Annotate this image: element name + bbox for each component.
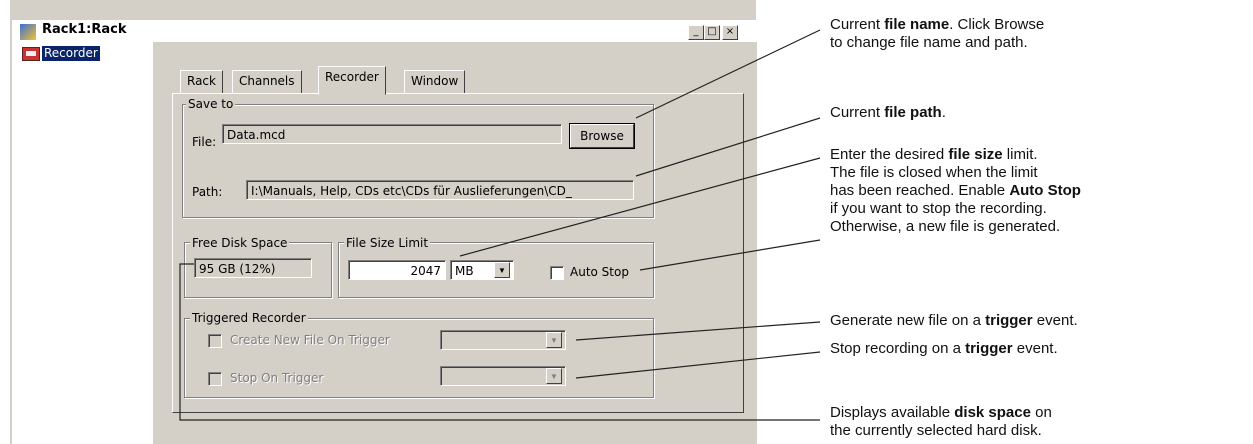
- tab-recorder[interactable]: Recorder: [318, 66, 386, 95]
- annotation-create-trigger: Generate new file on a trigger event.: [830, 312, 1078, 329]
- callout-line-file-size: [459, 157, 821, 257]
- annotation-file-size: Enter the desired file size limit. The f…: [830, 146, 1081, 235]
- callout-line-stop-trigger: [575, 351, 821, 379]
- annotation-file-name: Current file name. Click Browse to chang…: [830, 16, 1045, 51]
- callout-line-auto-stop: [639, 239, 821, 271]
- callout-line-file-path: [635, 117, 821, 177]
- callout-line-disk-space: [179, 263, 820, 421]
- annotation-file-path: Current file path.: [830, 104, 946, 121]
- annotation-stop-trigger: Stop recording on a trigger event.: [830, 340, 1058, 357]
- callout-line-file-name: [635, 29, 821, 119]
- annotation-disk-space: Displays available disk space on the cur…: [830, 404, 1052, 439]
- callout-line-create-trigger: [575, 321, 821, 341]
